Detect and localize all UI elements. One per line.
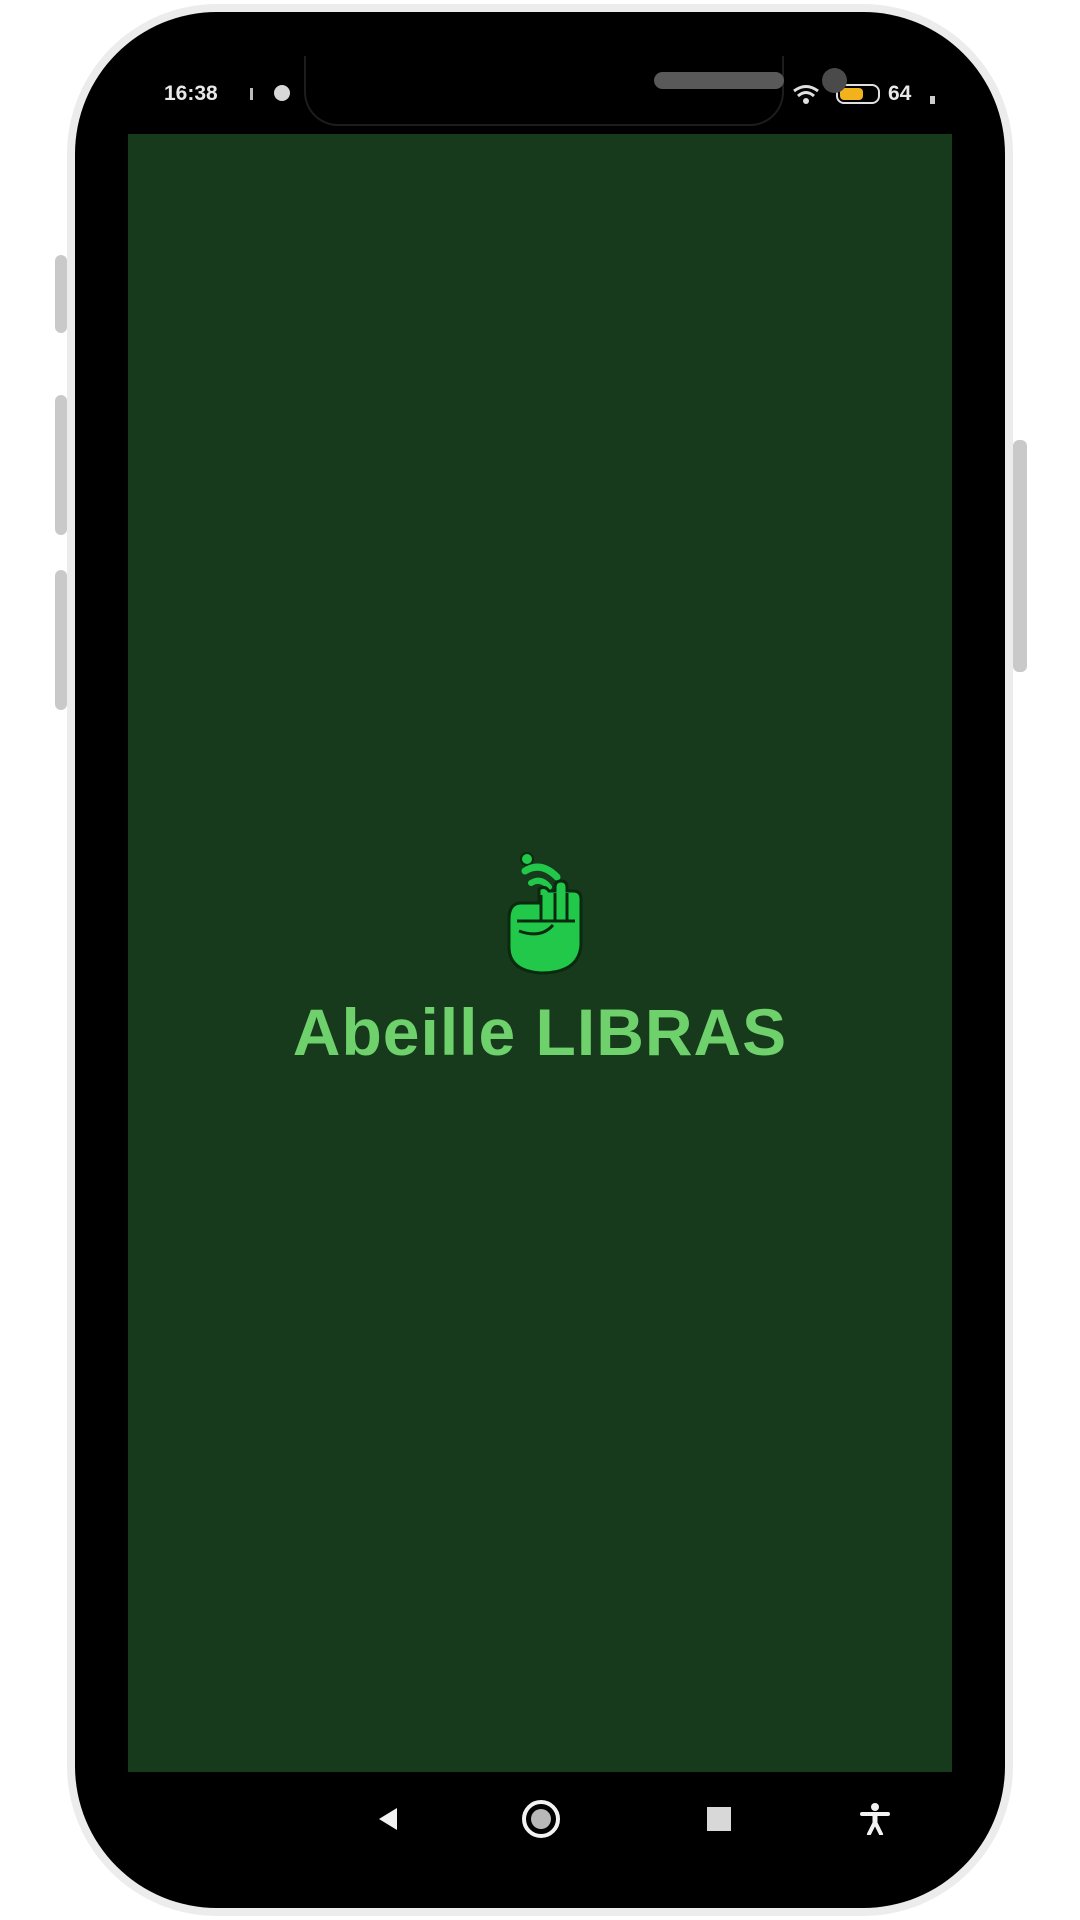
- hand-sign-icon: [507, 852, 583, 975]
- mute-switch: [55, 255, 67, 333]
- recents-icon: [707, 1807, 731, 1831]
- volume-down-button: [55, 570, 67, 710]
- phone-screen: 16:38 64 Abeille LIBRAS: [124, 56, 956, 1864]
- accessibility-icon: [860, 1803, 890, 1835]
- earpiece-speaker: [654, 72, 784, 89]
- screen-notch: [304, 56, 847, 126]
- home-icon: [522, 1800, 560, 1838]
- signal-icon: [250, 88, 253, 100]
- back-button[interactable]: [364, 1794, 414, 1844]
- charging-indicator-icon: [930, 96, 935, 104]
- accessibility-button[interactable]: [850, 1794, 900, 1844]
- device-mockup: 16:38 64 Abeille LIBRAS: [0, 0, 1080, 1920]
- front-camera: [822, 68, 847, 93]
- app-title: Abeille LIBRAS: [292, 995, 788, 1069]
- splash-screen: Abeille LIBRAS: [128, 134, 952, 1772]
- recents-button[interactable]: [694, 1794, 744, 1844]
- status-time: 16:38: [164, 82, 218, 105]
- home-button[interactable]: [516, 1794, 566, 1844]
- volume-up-button: [55, 395, 67, 535]
- navigation-bar: [124, 1774, 956, 1864]
- notification-icon: [274, 85, 290, 101]
- battery-level: 64: [888, 82, 912, 105]
- battery-fill: [840, 88, 863, 100]
- power-button: [1013, 440, 1027, 672]
- wifi-icon: [793, 85, 819, 104]
- back-icon: [379, 1808, 397, 1830]
